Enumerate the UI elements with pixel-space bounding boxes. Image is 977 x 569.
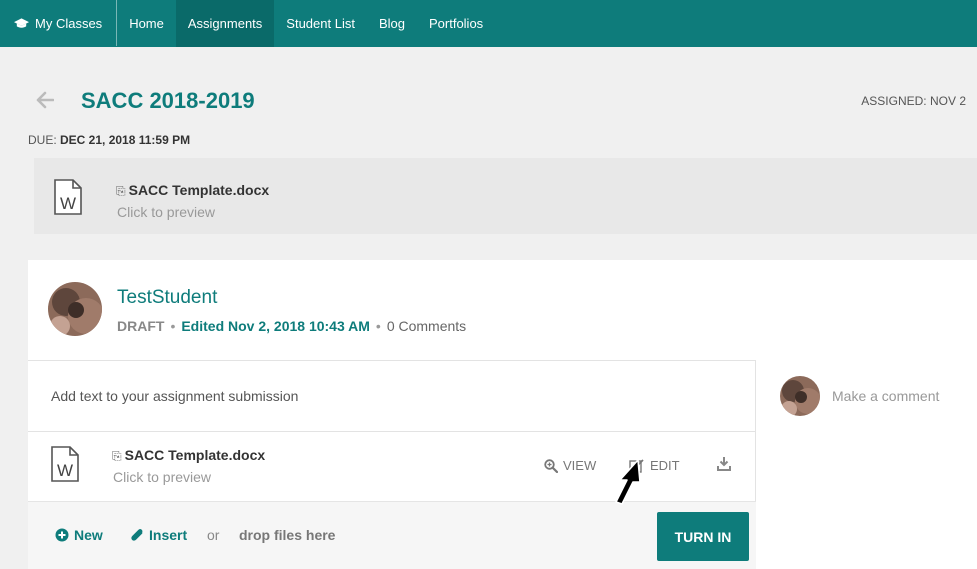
nav-blog-label: Blog bbox=[378, 16, 405, 31]
status-badge: DRAFT bbox=[117, 318, 165, 334]
new-button[interactable]: New bbox=[55, 527, 103, 543]
insert-label: Insert bbox=[149, 527, 188, 543]
comment-count[interactable]: 0 Comments bbox=[387, 318, 466, 334]
due-date: DUE: DEC 21, 2018 11:59 PM bbox=[28, 133, 190, 147]
download-button[interactable] bbox=[717, 456, 736, 471]
divider bbox=[28, 431, 756, 432]
word-document-icon: W bbox=[54, 179, 82, 215]
turn-in-button[interactable]: TURN IN bbox=[657, 512, 749, 561]
nav-blog[interactable]: Blog bbox=[367, 0, 417, 47]
nav-my-classes[interactable]: My Classes bbox=[0, 0, 118, 46]
paperclip-icon bbox=[131, 529, 143, 541]
svg-text:W: W bbox=[60, 194, 76, 213]
drop-files-zone[interactable]: drop files here bbox=[239, 527, 335, 543]
search-plus-icon bbox=[544, 458, 558, 473]
submission-preview-hint: Click to preview bbox=[113, 469, 212, 485]
submission-text-input[interactable]: Add text to your assignment submission bbox=[51, 388, 298, 404]
plus-circle-icon bbox=[55, 528, 69, 542]
svg-text:W: W bbox=[57, 461, 73, 480]
nav-portfolios[interactable]: Portfolios bbox=[417, 0, 495, 47]
commenter-avatar bbox=[780, 376, 820, 416]
nav-my-classes-label: My Classes bbox=[35, 15, 103, 31]
copy-link-icon: ⎘ bbox=[112, 449, 122, 463]
pointer-cursor-icon bbox=[615, 459, 641, 505]
student-avatar bbox=[48, 282, 102, 336]
submission-file-name-text: SACC Template.docx bbox=[124, 447, 266, 463]
attachment-preview-hint: Click to preview bbox=[117, 204, 216, 220]
nav-student-list-label: Student List bbox=[286, 16, 355, 31]
new-label: New bbox=[74, 527, 103, 543]
top-navigation: My Classes Home Assignments Student List… bbox=[0, 0, 977, 47]
assigned-label: ASSIGNED: bbox=[861, 94, 927, 108]
assignment-attachment-card[interactable]: W ⎘ SACC Template.docx Click to preview bbox=[34, 158, 977, 234]
nav-student-list[interactable]: Student List bbox=[274, 0, 367, 47]
nav-home[interactable]: Home bbox=[117, 0, 176, 47]
copy-link-icon: ⎘ bbox=[116, 184, 126, 198]
download-icon bbox=[717, 457, 731, 471]
due-label: DUE: bbox=[28, 133, 57, 147]
view-button[interactable]: VIEW bbox=[544, 458, 596, 473]
nav-home-label: Home bbox=[129, 16, 164, 31]
word-document-icon: W bbox=[51, 446, 79, 482]
insert-button[interactable]: Insert bbox=[130, 527, 187, 543]
view-label: VIEW bbox=[563, 458, 597, 473]
submission-file-name[interactable]: ⎘ SACC Template.docx bbox=[112, 447, 265, 464]
edited-timestamp[interactable]: Edited Nov 2, 2018 10:43 AM bbox=[181, 318, 370, 334]
or-label: or bbox=[207, 527, 220, 543]
due-value: DEC 21, 2018 11:59 PM bbox=[60, 133, 191, 147]
nav-assignments-label: Assignments bbox=[187, 16, 263, 31]
assigned-date: ASSIGNED: NOV 2 bbox=[861, 94, 966, 108]
attachment-file-name[interactable]: ⎘ SACC Template.docx bbox=[116, 182, 269, 199]
attachment-file-name-text: SACC Template.docx bbox=[128, 182, 270, 198]
assigned-value: NOV 2 bbox=[929, 94, 966, 108]
edit-label: EDIT bbox=[650, 458, 680, 473]
nav-portfolios-label: Portfolios bbox=[428, 16, 484, 31]
divider bbox=[28, 360, 756, 361]
student-name[interactable]: TestStudent bbox=[117, 287, 217, 309]
separator-dot: • bbox=[375, 318, 381, 334]
submission-meta: DRAFT • Edited Nov 2, 2018 10:43 AM • 0 Comm… bbox=[117, 318, 466, 334]
nav-assignments[interactable]: Assignments bbox=[175, 0, 275, 47]
arrow-left-icon[interactable] bbox=[36, 91, 54, 109]
graduation-cap-icon bbox=[14, 18, 29, 28]
separator-dot: • bbox=[170, 318, 176, 334]
page-title: SACC 2018-2019 bbox=[81, 88, 255, 113]
comment-input[interactable]: Make a comment bbox=[832, 388, 939, 404]
